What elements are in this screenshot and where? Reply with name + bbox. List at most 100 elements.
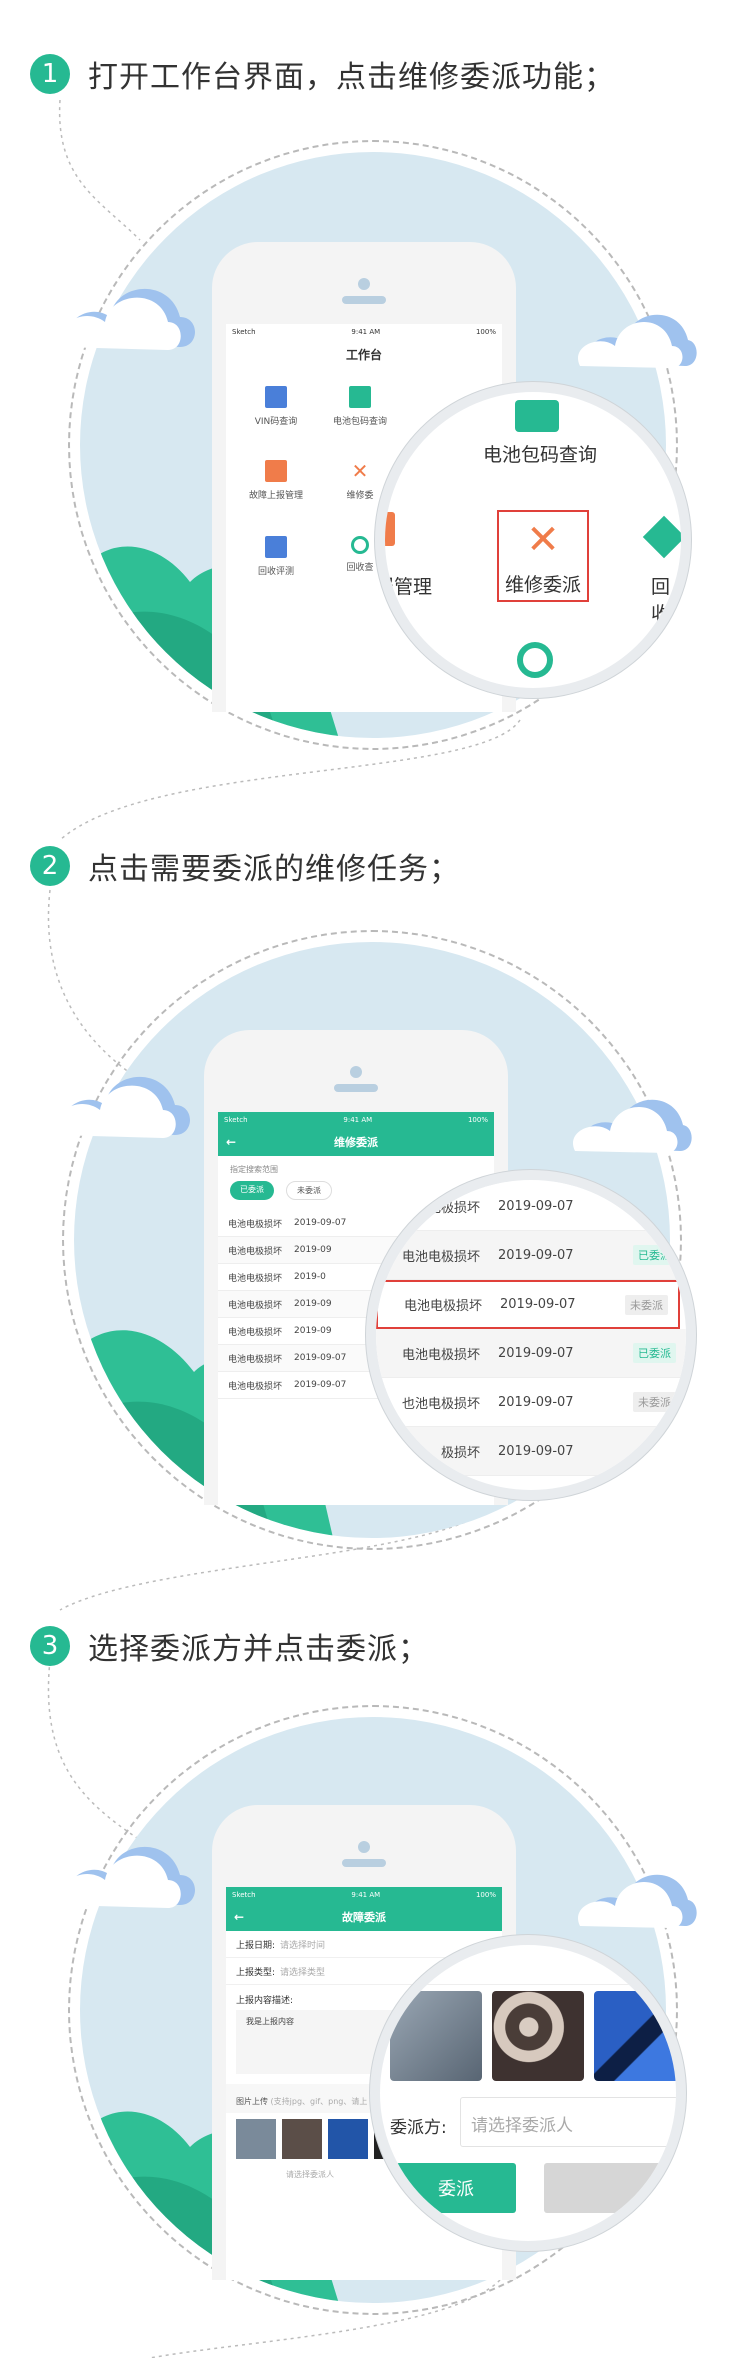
task-name: 电池电极损坏 [228, 1219, 283, 1230]
cloud-right [578, 1874, 697, 1928]
task-name: 电池电极损坏 [228, 1381, 283, 1392]
task-name: 也池电极损坏 [401, 1396, 480, 1412]
phone-speaker [342, 296, 386, 304]
status-battery: 100% [475, 1891, 496, 1899]
status-carrier: Sketch [232, 328, 256, 336]
task-row-zoom[interactable]: 电极损坏 2019-09-07 [376, 1182, 686, 1231]
task-status-badge: 未委派 [625, 1294, 668, 1315]
status-bar: Sketch 9:41 AM 100% [226, 324, 502, 340]
task-name: 电池电极损坏 [403, 1299, 482, 1314]
grid-item-battery[interactable]: 电池包码查询 [320, 386, 400, 427]
photo-thumb[interactable] [282, 2119, 322, 2159]
task-date: 2019-09-07 [498, 1345, 574, 1361]
nav-title: 故障委派 [342, 1911, 386, 1924]
zoom-assign-label: 委派方: [390, 2118, 447, 2138]
repair-highlight-box[interactable]: ✕ 维修委派 [497, 510, 589, 602]
grid-label-fault: 故障上报管理 [248, 491, 303, 501]
phone-speaker [342, 1859, 386, 1867]
task-status-badge: 未委派 [633, 1392, 676, 1412]
wrench-icon-large: ✕ [526, 517, 560, 563]
zoom-assign-input[interactable]: 请选择委派人 [460, 2097, 676, 2147]
secondary-button[interactable] [544, 2163, 676, 2213]
zoom-top-row [380, 1945, 676, 1985]
grid-label-recycle: 回收评测 [257, 567, 294, 577]
grid-item-recycle[interactable]: 回收评测 [236, 536, 316, 577]
zoom-repair-label: 维修委派 [504, 574, 581, 596]
task-date: 2019-09-07 [294, 1380, 347, 1390]
phone-speaker [334, 1084, 378, 1092]
zoom-task-list: 电极损坏 2019-09-07 电池电极损坏 2019-09-07 已委派 电池电极损坏 2… [376, 1182, 686, 1476]
step-3-number: 3 [30, 1626, 70, 1666]
battery-icon [349, 386, 371, 408]
grid-label-battery: 电池包码查询 [332, 417, 387, 427]
task-name: 极损坏 [440, 1445, 480, 1461]
cloud-right [578, 314, 697, 368]
status-battery: 100% [467, 1116, 488, 1124]
nav-bar: ← 故障委派 [226, 1903, 502, 1931]
recycle-icon-large [642, 515, 681, 559]
status-time: 9:41 AM [343, 1116, 373, 1124]
back-arrow-icon[interactable]: ← [226, 1135, 236, 1149]
filter-assigned-button[interactable]: 已委派 [230, 1181, 274, 1200]
filter-label: 指定搜索范围 [230, 1165, 278, 1174]
task-row-zoom[interactable]: 极损坏 2019-09-07 [376, 1427, 686, 1476]
task-name: 电池电极损坏 [401, 1347, 480, 1363]
task-row-zoom[interactable]: 电池电极损坏 2019-09-07 已委派 [376, 1329, 686, 1378]
filter-unassigned-button[interactable]: 未委派 [286, 1181, 332, 1200]
zoom-battery-label: 电池包码查询 [482, 444, 597, 466]
wrench-icon: ✕ [351, 459, 369, 483]
task-date: 2019-09-07 [498, 1394, 574, 1410]
upload-icon-large [385, 512, 395, 546]
step-3-magnifier: 委派方: 请选择委派人 委派 [380, 1945, 676, 2241]
nav-title: 维修委派 [334, 1136, 378, 1149]
photo-meeting[interactable] [492, 1991, 584, 2081]
task-name: 电极损坏 [427, 1200, 480, 1216]
phone-camera [358, 278, 370, 290]
task-date: 2019-0 [294, 1272, 326, 1282]
task-name: 电池电极损坏 [228, 1246, 283, 1257]
photo-thumb[interactable] [236, 2119, 276, 2159]
task-status-badge: 已委派 [633, 1343, 676, 1363]
grid-item-repair[interactable]: ✕ 维修委 [320, 460, 400, 501]
status-carrier: Sketch [232, 1891, 256, 1899]
cloud-left [60, 1846, 195, 1908]
phone-camera [350, 1066, 362, 1078]
task-name: 电池电极损坏 [401, 1249, 480, 1265]
step-2-magnifier: 电极损坏 2019-09-07 电池电极损坏 2019-09-07 已委派 电池电极损坏 2… [376, 1180, 686, 1490]
task-row-highlighted[interactable]: 电池电极损坏 2019-09-07 未委派 [376, 1280, 680, 1329]
task-name: 电池电极损坏 [228, 1300, 283, 1311]
zoom-fault-label: 报管理 [385, 576, 433, 598]
search-icon-large [517, 642, 553, 678]
upload-label: 图片上传 [236, 2097, 268, 2106]
photo-thumb[interactable] [328, 2119, 368, 2159]
photo-building[interactable] [594, 1991, 676, 2081]
step-2-header: 2 点击需要委派的维修任务； [30, 842, 460, 890]
status-time: 9:41 AM [351, 1891, 381, 1899]
assign-button[interactable]: 委派 [396, 2163, 516, 2213]
task-date: 2019-09-07 [294, 1353, 347, 1363]
back-arrow-icon[interactable]: ← [234, 1910, 244, 1924]
status-bar: Sketch 9:41 AM 100% [226, 1887, 502, 1903]
task-date: 2019-09 [294, 1299, 332, 1309]
grid-item-fault[interactable]: 故障上报管理 [236, 460, 316, 501]
nav-bar: ← 维修委派 [218, 1128, 494, 1156]
task-status-badge: 已委派 [633, 1245, 676, 1265]
upload-hint: (支持jpg、gif、png、请上 [270, 2097, 368, 2106]
date-placeholder: 请选择时间 [280, 1940, 326, 1951]
photo-laptop[interactable] [390, 1991, 482, 2081]
step-3-text: 选择委派方并点击委派； [88, 1632, 429, 1667]
task-row-zoom[interactable]: 电池电极损坏 2019-09-07 已委派 [376, 1231, 686, 1280]
list-icon [265, 536, 287, 558]
task-name: 电池电极损坏 [228, 1273, 283, 1284]
workbench-title: 工作台 [345, 348, 382, 362]
step-2-number: 2 [30, 846, 70, 886]
cloud-right [573, 1099, 692, 1153]
task-row-zoom[interactable]: 也池电极损坏 2019-09-07 未委派 [376, 1378, 686, 1427]
status-bar: Sketch 9:41 AM 100% [218, 1112, 494, 1128]
step-3-header: 3 选择委派方并点击委派； [30, 1622, 429, 1670]
grid-item-vin[interactable]: VIN码查询 [236, 386, 316, 427]
step-1-magnifier: 电池包码查询 报管理 ✕ 维修委派 回收 [385, 392, 681, 688]
task-date: 2019-09-07 [498, 1443, 574, 1459]
task-date: 2019-09 [294, 1326, 332, 1336]
task-date: 2019-09-07 [498, 1247, 574, 1263]
